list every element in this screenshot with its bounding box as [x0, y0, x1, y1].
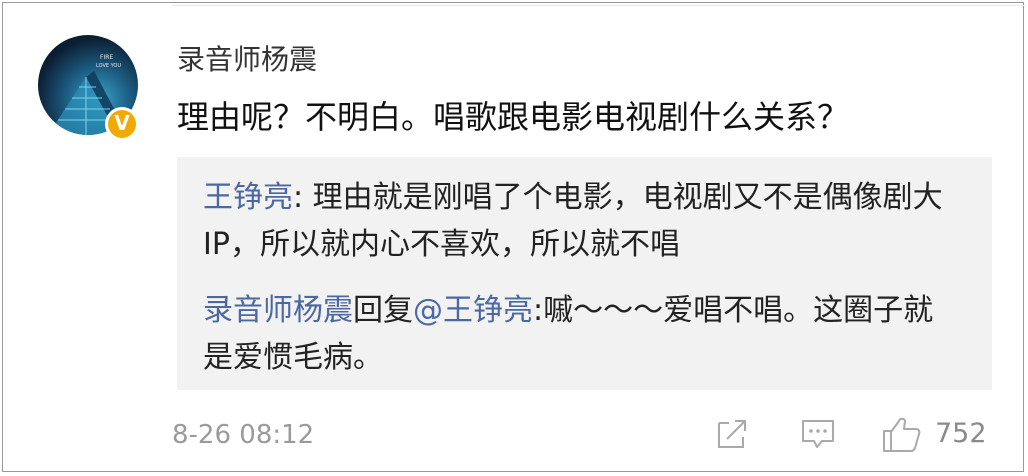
share-icon[interactable]	[713, 413, 753, 453]
comment-author[interactable]: 录音师杨震	[177, 38, 317, 78]
avatar-caption-1: FIRE	[100, 54, 113, 61]
reply-text: 理由就是刚唱了个电影，电视剧又不是偶像剧大IP，所以就内心不喜欢，所以就不唱	[203, 180, 943, 262]
timestamp: 8-26 08:12	[172, 420, 315, 450]
thumbs-up-icon[interactable]	[880, 413, 924, 455]
reply-author[interactable]: 录音师杨震	[203, 293, 353, 328]
reply-thread: 王铮亮: 理由就是刚唱了个电影，电视剧又不是偶像剧大IP，所以就内心不喜欢，所以…	[177, 157, 992, 390]
reply-author[interactable]: 王铮亮	[203, 180, 293, 215]
verified-badge-icon: V	[105, 107, 139, 141]
comment-icon[interactable]	[798, 413, 838, 453]
reply-separator: :	[293, 180, 313, 215]
reply-mention[interactable]: @王铮亮	[413, 293, 533, 328]
like-count: 752	[935, 418, 987, 449]
divider	[172, 5, 1025, 6]
verified-badge-label: V	[108, 110, 136, 138]
avatar-caption-2: LOVE YOU	[96, 63, 121, 69]
reply-word: 回复	[353, 293, 413, 328]
reply-separator: :	[533, 293, 544, 328]
reply-item: 录音师杨震回复@王铮亮:嘁～～～爱唱不唱。这圈子就是爱惯毛病。	[203, 287, 963, 381]
comment-text: 理由呢？不明白。唱歌跟电影电视剧什么关系？	[177, 98, 850, 136]
reply-item: 王铮亮: 理由就是刚唱了个电影，电视剧又不是偶像剧大IP，所以就内心不喜欢，所以…	[203, 174, 963, 268]
